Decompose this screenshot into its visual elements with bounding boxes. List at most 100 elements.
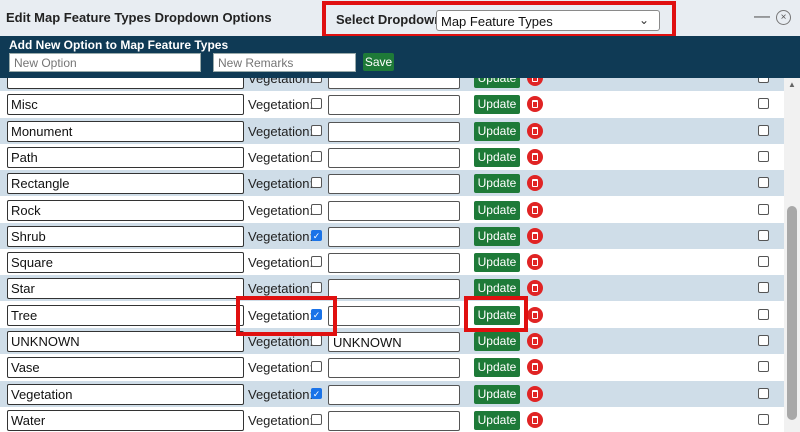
update-button[interactable]: Update — [474, 384, 520, 404]
remarks-input[interactable] — [328, 384, 460, 405]
update-button[interactable]: Update — [474, 358, 520, 378]
vegetation-checkbox[interactable] — [311, 177, 322, 189]
minimize-icon[interactable]: — — [754, 8, 770, 26]
vegetation-checkbox[interactable] — [311, 361, 322, 373]
vegetation-label: Vegetation: — [248, 123, 314, 139]
remarks-input[interactable]: UNKNOWN — [328, 332, 460, 352]
select-row-checkbox[interactable] — [758, 282, 769, 294]
delete-icon[interactable] — [527, 78, 543, 86]
vegetation-checkbox[interactable] — [311, 203, 322, 215]
vegetation-checkbox[interactable] — [311, 256, 322, 268]
select-dropdown-highlight: Select Dropdown: Map Feature Types ⌄ — [322, 1, 676, 38]
new-option-input[interactable] — [9, 53, 201, 72]
vegetation-checkbox[interactable]: ✓ — [311, 387, 322, 399]
delete-icon[interactable] — [527, 359, 543, 376]
scrollbar[interactable]: ▲ — [784, 78, 800, 432]
remarks-input[interactable] — [328, 226, 460, 247]
remarks-input[interactable] — [328, 253, 460, 274]
option-name-input[interactable]: UNKNOWN — [7, 331, 244, 352]
remarks-input[interactable] — [328, 279, 460, 300]
save-button[interactable]: Save — [363, 53, 394, 71]
delete-icon[interactable] — [527, 227, 543, 244]
table-row: Square Vegetation: Update — [0, 249, 784, 275]
select-row-checkbox[interactable] — [758, 308, 769, 320]
select-row-checkbox[interactable] — [758, 335, 769, 346]
vegetation-label: Vegetation: — [248, 334, 314, 349]
option-name-input[interactable]: Monument — [7, 120, 244, 142]
update-button[interactable]: Update — [474, 147, 520, 167]
option-name-input[interactable]: Path — [7, 146, 244, 168]
delete-icon[interactable] — [527, 411, 543, 428]
update-button[interactable]: Update — [474, 95, 520, 115]
select-row-checkbox[interactable] — [758, 203, 769, 215]
delete-icon[interactable] — [527, 175, 543, 192]
remarks-input[interactable] — [328, 147, 460, 168]
option-name-input[interactable]: Vegetation — [7, 383, 244, 405]
select-row-checkbox[interactable] — [758, 361, 769, 373]
remarks-input[interactable] — [328, 95, 460, 116]
update-button[interactable]: Update — [474, 174, 520, 194]
options-list: Vegetation: Update Misc Vegetation: Update Mo… — [0, 78, 784, 432]
select-row-checkbox[interactable] — [758, 256, 769, 268]
delete-icon[interactable] — [527, 306, 543, 323]
vegetation-checkbox[interactable] — [311, 335, 322, 346]
option-name-input[interactable]: Rectangle — [7, 173, 244, 195]
scrollbar-thumb[interactable] — [787, 206, 797, 420]
table-row: Path Vegetation: Update — [0, 144, 784, 170]
remarks-input[interactable] — [328, 410, 460, 431]
update-button[interactable]: Update — [474, 226, 520, 246]
new-remarks-input[interactable] — [213, 53, 356, 72]
vegetation-checkbox[interactable] — [311, 282, 322, 294]
update-button[interactable]: Update — [474, 200, 520, 220]
select-row-checkbox[interactable] — [758, 78, 769, 83]
remarks-input[interactable] — [328, 121, 460, 142]
remarks-input[interactable] — [328, 174, 460, 195]
update-button[interactable]: Update — [474, 410, 520, 430]
select-row-checkbox[interactable] — [758, 150, 769, 162]
scroll-up-icon[interactable]: ▲ — [787, 80, 797, 90]
select-row-checkbox[interactable] — [758, 124, 769, 136]
delete-icon[interactable] — [527, 280, 543, 297]
vegetation-checkbox[interactable] — [311, 413, 322, 425]
option-name-input[interactable]: Shrub — [7, 225, 244, 247]
remarks-input[interactable] — [328, 305, 460, 326]
select-row-checkbox[interactable] — [758, 177, 769, 189]
delete-icon[interactable] — [527, 201, 543, 218]
update-button[interactable]: Update — [474, 121, 520, 141]
remarks-input[interactable] — [328, 358, 460, 379]
option-name-input[interactable]: Star — [7, 278, 244, 300]
option-name-input[interactable] — [7, 78, 244, 89]
option-name-input[interactable]: Rock — [7, 199, 244, 221]
delete-icon[interactable] — [527, 385, 543, 402]
option-name-input[interactable]: Water — [7, 409, 244, 431]
table-row: Star Vegetation: Update — [0, 275, 784, 302]
close-icon[interactable]: × — [776, 10, 791, 25]
delete-icon[interactable] — [527, 148, 543, 165]
vegetation-checkbox[interactable] — [311, 124, 322, 136]
option-name-input[interactable]: Tree — [7, 304, 244, 326]
remarks-input[interactable] — [328, 78, 460, 89]
option-name-input[interactable]: Vase — [7, 357, 244, 379]
option-name-input[interactable]: Square — [7, 252, 244, 274]
vegetation-checkbox[interactable]: ✓ — [311, 229, 322, 241]
table-row: Vase Vegetation: Update — [0, 354, 784, 380]
select-dropdown[interactable]: Map Feature Types ⌄ — [436, 10, 660, 31]
vegetation-checkbox-highlight — [236, 296, 337, 336]
select-row-checkbox[interactable] — [758, 413, 769, 425]
select-row-checkbox[interactable] — [758, 229, 769, 241]
remarks-input[interactable] — [328, 200, 460, 221]
delete-icon[interactable] — [527, 333, 543, 349]
update-button[interactable]: Update — [474, 253, 520, 273]
select-row-checkbox[interactable] — [758, 98, 769, 110]
delete-icon[interactable] — [527, 254, 543, 271]
update-button[interactable]: Update — [474, 78, 520, 88]
vegetation-checkbox[interactable] — [311, 150, 322, 162]
update-button[interactable]: Update — [474, 332, 520, 351]
delete-icon[interactable] — [527, 122, 543, 139]
delete-icon[interactable] — [527, 96, 543, 113]
vegetation-checkbox[interactable] — [311, 98, 322, 110]
vegetation-label: Vegetation: — [248, 281, 314, 297]
select-row-checkbox[interactable] — [758, 387, 769, 399]
option-name-input[interactable]: Misc — [7, 94, 244, 116]
vegetation-checkbox[interactable] — [311, 78, 322, 83]
